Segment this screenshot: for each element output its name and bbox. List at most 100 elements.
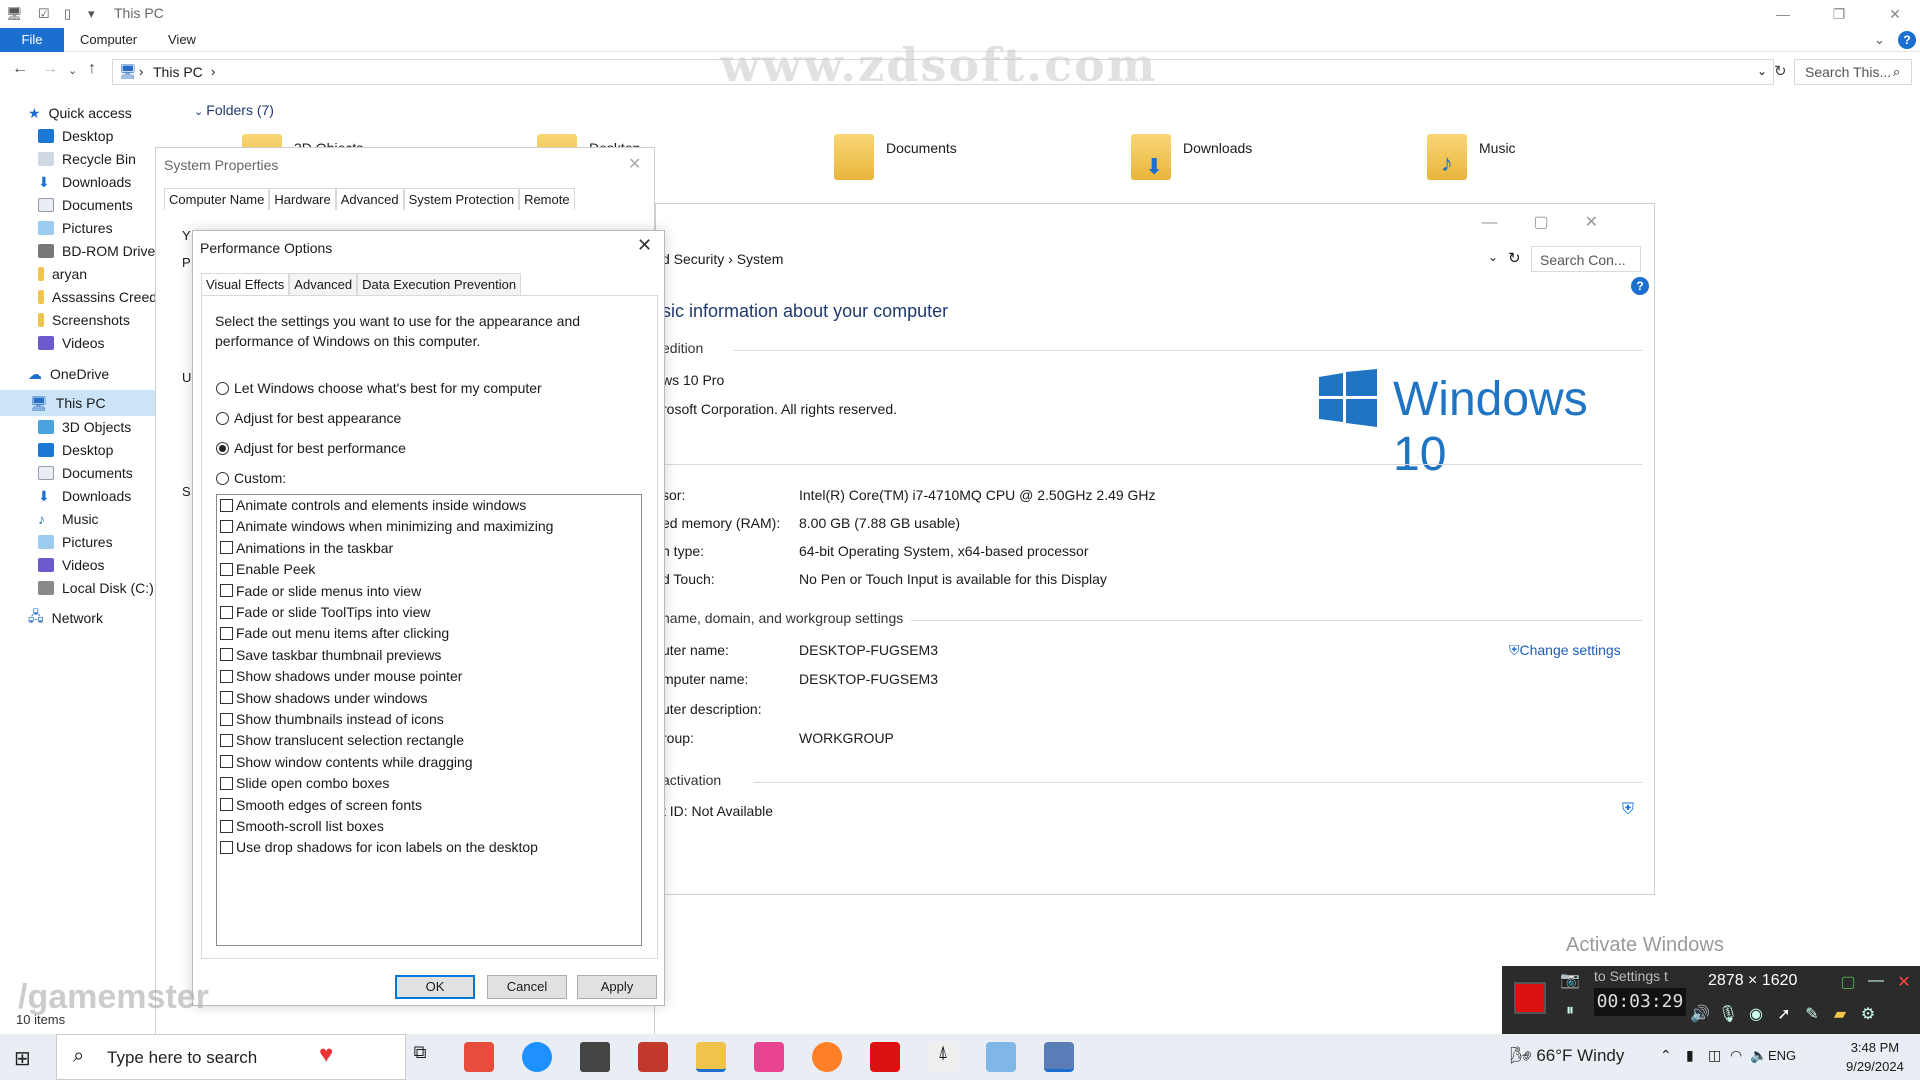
tab-hardware[interactable]: Hardware xyxy=(269,188,336,210)
refresh-icon[interactable]: ↻ xyxy=(1774,62,1787,80)
control-panel-icon[interactable] xyxy=(1044,1042,1074,1072)
effect-checkbox-row[interactable]: Fade or slide ToolTips into view xyxy=(220,604,431,620)
checkbox[interactable] xyxy=(220,798,233,812)
pen-icon[interactable]: ✎ xyxy=(1800,1004,1824,1026)
app-icon[interactable] xyxy=(870,1042,900,1072)
effect-checkbox-row[interactable]: Show thumbnails instead of icons xyxy=(220,711,444,727)
tab-system-protection[interactable]: System Protection xyxy=(403,188,520,210)
expand-ribbon-icon[interactable]: ⌄ xyxy=(1874,28,1885,52)
checkbox[interactable] xyxy=(220,541,233,555)
gear-icon[interactable]: ⚙ xyxy=(1856,1004,1880,1026)
effect-checkbox-row[interactable]: Animate windows when minimizing and maxi… xyxy=(220,518,553,534)
app-icon[interactable] xyxy=(754,1042,784,1072)
wifi-icon[interactable]: ◠ xyxy=(1730,1047,1742,1064)
customize-quick-access-icon[interactable]: ▾ xyxy=(88,6,95,22)
checkbox[interactable] xyxy=(220,605,233,619)
webcam-icon[interactable]: ◉ xyxy=(1744,1004,1768,1026)
properties-icon[interactable]: ☑ xyxy=(38,6,50,22)
camera-icon[interactable]: 📷 xyxy=(1558,970,1582,992)
radio-button[interactable] xyxy=(216,441,229,455)
folder-downloads[interactable]: ⬇ Downloads xyxy=(1131,130,1431,190)
effect-checkbox-row[interactable]: Fade or slide menus into view xyxy=(220,583,421,599)
region-icon[interactable]: ▢ xyxy=(1836,972,1860,994)
address-dropdown-icon[interactable]: ⌄ xyxy=(1488,250,1498,264)
checkbox[interactable] xyxy=(220,840,233,854)
search-input[interactable]: Search This... ⌕ xyxy=(1794,59,1912,85)
start-button[interactable]: ⊞ xyxy=(14,1046,31,1071)
tab-advanced[interactable]: Advanced xyxy=(289,273,358,295)
tab-computer-name[interactable]: Computer Name xyxy=(164,188,270,210)
network-icon[interactable]: ◫ xyxy=(1708,1047,1721,1064)
close-button[interactable]: ✕ xyxy=(1872,2,1918,26)
checkbox[interactable] xyxy=(220,691,233,705)
effect-checkbox-row[interactable]: Show shadows under windows xyxy=(220,690,427,706)
cancel-button[interactable]: Cancel xyxy=(487,975,567,999)
effect-checkbox-row[interactable]: Show window contents while dragging xyxy=(220,754,473,770)
radio-custom[interactable]: Custom: xyxy=(216,470,286,486)
app-icon[interactable] xyxy=(638,1042,668,1072)
store-app-icon[interactable] xyxy=(464,1042,494,1072)
radio-best-appearance[interactable]: Adjust for best appearance xyxy=(216,410,401,426)
tab-data-execution-prevention[interactable]: Data Execution Prevention xyxy=(357,273,522,295)
checkbox[interactable] xyxy=(220,669,233,683)
tab-visual-effects[interactable]: Visual Effects xyxy=(201,273,290,295)
effect-checkbox-row[interactable]: Show translucent selection rectangle xyxy=(220,732,464,748)
effect-checkbox-row[interactable]: Show shadows under mouse pointer xyxy=(220,668,462,684)
speaker-icon[interactable]: 🔊 xyxy=(1688,1004,1712,1026)
battery-icon[interactable]: ▮ xyxy=(1686,1047,1694,1064)
system-window-controls[interactable]: —▢✕ xyxy=(1481,212,1634,232)
checkbox[interactable] xyxy=(220,733,233,747)
close-icon[interactable]: ✕ xyxy=(628,154,641,174)
taskbar-search-box[interactable]: ⌕ Type here to search ♥ xyxy=(56,1034,406,1080)
cursor-icon[interactable]: ➚ xyxy=(1772,1004,1796,1026)
pause-icon[interactable]: ⏸ xyxy=(1558,1002,1582,1024)
effect-checkbox-row[interactable]: Smooth edges of screen fonts xyxy=(220,797,422,813)
tab-computer[interactable]: Computer xyxy=(80,28,137,52)
breadcrumb-parent[interactable]: d Security xyxy=(662,251,724,267)
address-dropdown-icon[interactable]: ⌄ xyxy=(1757,64,1767,78)
checkbox[interactable] xyxy=(220,755,233,769)
refresh-icon[interactable]: ↻ xyxy=(1508,249,1521,267)
volume-icon[interactable]: 🔈 xyxy=(1750,1047,1767,1064)
microphone-icon[interactable]: 🎙 xyxy=(1716,1004,1740,1026)
back-icon[interactable]: ← xyxy=(12,60,28,78)
visual-effects-list[interactable]: Animate controls and elements inside win… xyxy=(216,494,642,946)
edge-browser-icon[interactable] xyxy=(522,1042,552,1072)
up-icon[interactable]: ↑ xyxy=(88,60,96,78)
record-stop-button[interactable] xyxy=(1514,982,1546,1014)
effect-checkbox-row[interactable]: Animate controls and elements inside win… xyxy=(220,497,526,513)
apply-button[interactable]: Apply xyxy=(577,975,657,999)
minimize-button[interactable]: — xyxy=(1760,2,1806,26)
radio-let-windows-choose[interactable]: Let Windows choose what's best for my co… xyxy=(216,380,542,396)
checkbox[interactable] xyxy=(220,776,233,790)
restore-button[interactable]: ❐ xyxy=(1816,2,1862,26)
checkbox[interactable] xyxy=(220,519,233,533)
help-icon[interactable]: ? xyxy=(1631,277,1649,295)
new-folder-icon[interactable]: ▯ xyxy=(64,6,71,22)
firefox-icon[interactable] xyxy=(812,1042,842,1072)
effect-checkbox-row[interactable]: Enable Peek xyxy=(220,561,315,577)
chevron-up-icon[interactable]: ⌃ xyxy=(1660,1047,1672,1064)
breadcrumb[interactable]: d Security › System xyxy=(662,251,783,267)
tab-remote[interactable]: Remote xyxy=(519,188,575,210)
forward-icon[interactable]: → xyxy=(42,60,58,78)
close-icon[interactable]: ✕ xyxy=(1892,972,1916,994)
effect-checkbox-row[interactable]: Smooth-scroll list boxes xyxy=(220,818,384,834)
checkbox[interactable] xyxy=(220,562,233,576)
effect-checkbox-row[interactable]: Save taskbar thumbnail previews xyxy=(220,647,441,663)
sidebar-item-onedrive[interactable]: ☁ OneDrive xyxy=(28,361,109,387)
clock[interactable]: 3:48 PM 9/29/2024 xyxy=(1846,1038,1904,1076)
checkbox[interactable] xyxy=(220,498,233,512)
change-settings-link[interactable]: ⛨Change settings xyxy=(1509,642,1621,659)
folders-group-header[interactable]: ⌄ Folders (7) xyxy=(194,102,274,118)
chevron-right-icon[interactable]: › xyxy=(211,64,215,79)
task-view-icon[interactable]: ⧉ xyxy=(405,1042,435,1072)
ok-button[interactable]: OK xyxy=(395,975,475,999)
recent-locations-icon[interactable]: ⌄ xyxy=(68,64,77,77)
radio-button[interactable] xyxy=(216,411,229,425)
effect-checkbox-row[interactable]: Slide open combo boxes xyxy=(220,775,389,791)
sidebar-item-videos[interactable]: Videos xyxy=(38,330,105,356)
effect-checkbox-row[interactable]: Fade out menu items after clicking xyxy=(220,625,449,641)
mail-app-icon[interactable] xyxy=(580,1042,610,1072)
checkbox[interactable] xyxy=(220,648,233,662)
